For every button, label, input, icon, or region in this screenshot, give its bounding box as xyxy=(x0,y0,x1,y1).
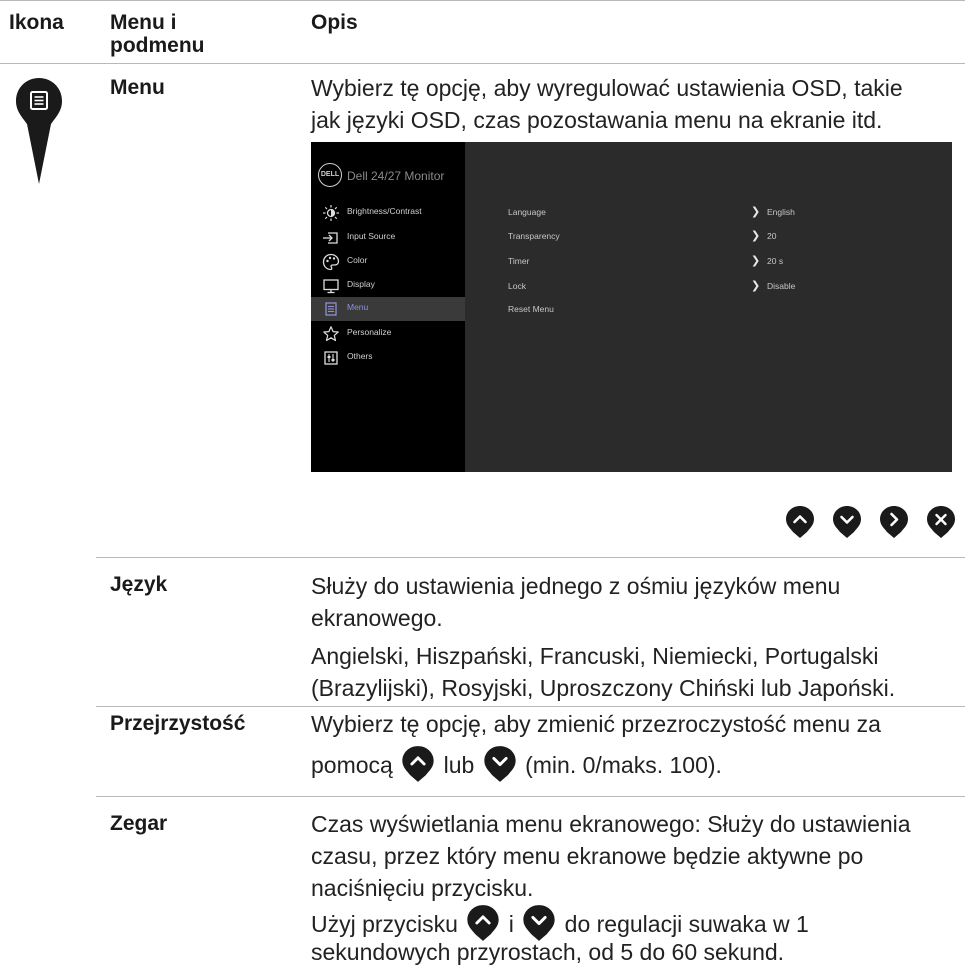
osd-item-label: Display xyxy=(347,279,375,289)
up-button-icon xyxy=(785,505,815,539)
down-button-icon xyxy=(832,505,862,539)
menu-pin-icon xyxy=(16,78,62,184)
osd-setting-value: 20 xyxy=(767,231,777,241)
osd-setting-value: English xyxy=(767,207,795,217)
up-button-icon xyxy=(401,745,435,783)
osd-item-brightness-contrast[interactable]: Brightness/Contrast xyxy=(311,201,465,225)
osd-setting-label: Timer xyxy=(508,256,530,266)
section-rule xyxy=(96,706,965,707)
osd-item-label: Input Source xyxy=(347,231,396,241)
osd-item-label: Menu xyxy=(347,302,369,312)
display-icon xyxy=(322,277,340,295)
timer-usage-pre: Użyj przycisku xyxy=(311,911,458,937)
osd-setting-lock[interactable]: Lock ❯ Disable xyxy=(508,280,908,295)
osd-setting-value: 20 s xyxy=(767,256,784,266)
osd-item-label: Personalize xyxy=(347,327,392,337)
menu-desc-line2: jak języki OSD, czas pozostawania menu n… xyxy=(311,107,883,133)
brightness-icon xyxy=(322,204,340,222)
section-rule xyxy=(96,557,965,558)
osd-setting-timer[interactable]: Timer ❯ 20 s xyxy=(508,255,908,270)
chevron-right-icon: ❯ xyxy=(751,206,761,218)
osd-item-others[interactable]: Others xyxy=(311,346,465,370)
transparency-desc-line2: pomocą lub (min. 0/maks. 100). xyxy=(311,745,722,783)
osd-setting-label: Transparency xyxy=(508,231,560,241)
language-desc-line1: Służy do ustawienia jednego z ośmiu języ… xyxy=(311,573,841,599)
header-desc-col: Opis xyxy=(311,11,358,34)
header-menu-col-line2: podmenu xyxy=(110,34,205,57)
chevron-right-icon: ❯ xyxy=(751,280,761,292)
language-term: Język xyxy=(110,573,168,596)
dell-logo: DELL xyxy=(318,163,342,187)
timer-desc-line1: Czas wyświetlania menu ekranowego: Służy… xyxy=(311,811,911,837)
down-button-icon xyxy=(483,745,517,783)
star-icon xyxy=(322,325,340,343)
top-rule xyxy=(0,0,965,1)
language-list-line1: Angielski, Hiszpański, Francuski, Niemie… xyxy=(311,643,879,669)
timer-usage-line2: sekundowych przyrostach, od 5 do 60 seku… xyxy=(311,939,785,965)
osd-sidebar: DELL Dell 24/27 Monitor Brightness/Contr… xyxy=(311,142,465,472)
osd-setting-transparency[interactable]: Transparency ❯ 20 xyxy=(508,230,908,245)
timer-desc-line3: naciśnięciu przycisku. xyxy=(311,875,534,901)
osd-menu-screenshot: DELL Dell 24/27 Monitor Brightness/Contr… xyxy=(311,142,952,472)
osd-item-label: Others xyxy=(347,351,373,361)
right-button-icon xyxy=(879,505,909,539)
language-desc-line2: ekranowego. xyxy=(311,605,443,631)
osd-item-input-source[interactable]: Input Source xyxy=(311,226,465,250)
menu-desc-line1: Wybierz tę opcję, aby wyregulować ustawi… xyxy=(311,75,903,101)
osd-setting-value: Disable xyxy=(767,281,796,291)
transparency-desc-line1: Wybierz tę opcję, aby zmienić przezroczy… xyxy=(311,711,881,737)
osd-setting-label: Reset Menu xyxy=(508,304,554,314)
chevron-right-icon: ❯ xyxy=(751,230,761,242)
color-palette-icon xyxy=(322,253,340,271)
chevron-right-icon: ❯ xyxy=(751,255,761,267)
timer-usage-post: do regulacji suwaka w 1 xyxy=(564,911,809,937)
transparency-desc-post: (min. 0/maks. 100). xyxy=(525,752,722,778)
transparency-desc-mid: lub xyxy=(443,752,475,778)
osd-title: Dell 24/27 Monitor xyxy=(347,169,445,183)
header-rule xyxy=(0,63,965,64)
transparency-term: Przejrzystość xyxy=(110,712,246,735)
osd-setting-language[interactable]: Language ❯ English xyxy=(508,206,908,221)
menu-term: Menu xyxy=(110,76,165,99)
others-icon xyxy=(322,349,340,367)
osd-setting-label: Lock xyxy=(508,281,526,291)
timer-desc-line2: czasu, przez który menu ekranowe będzie … xyxy=(311,843,864,869)
osd-item-menu[interactable]: Menu xyxy=(311,297,465,321)
osd-setting-reset-menu[interactable]: Reset Menu xyxy=(508,304,908,318)
header-icon-col: Ikona xyxy=(9,11,64,34)
timer-term: Zegar xyxy=(110,812,168,835)
osd-item-display[interactable]: Display xyxy=(311,274,465,298)
language-list-line2: (Brazylijski), Rosyjski, Uproszczony Chi… xyxy=(311,675,896,701)
input-source-icon xyxy=(322,229,340,247)
osd-item-personalize[interactable]: Personalize xyxy=(311,322,465,346)
transparency-desc-pre: pomocą xyxy=(311,752,393,778)
osd-item-label: Brightness/Contrast xyxy=(347,206,422,216)
osd-item-color[interactable]: Color xyxy=(311,250,465,274)
header-menu-col-line1: Menu i xyxy=(110,11,177,34)
menu-icon xyxy=(322,300,340,318)
timer-usage-mid: i xyxy=(508,911,514,937)
close-button-icon xyxy=(926,505,956,539)
osd-setting-label: Language xyxy=(508,207,546,217)
osd-item-label: Color xyxy=(347,255,368,265)
section-rule xyxy=(96,796,965,797)
